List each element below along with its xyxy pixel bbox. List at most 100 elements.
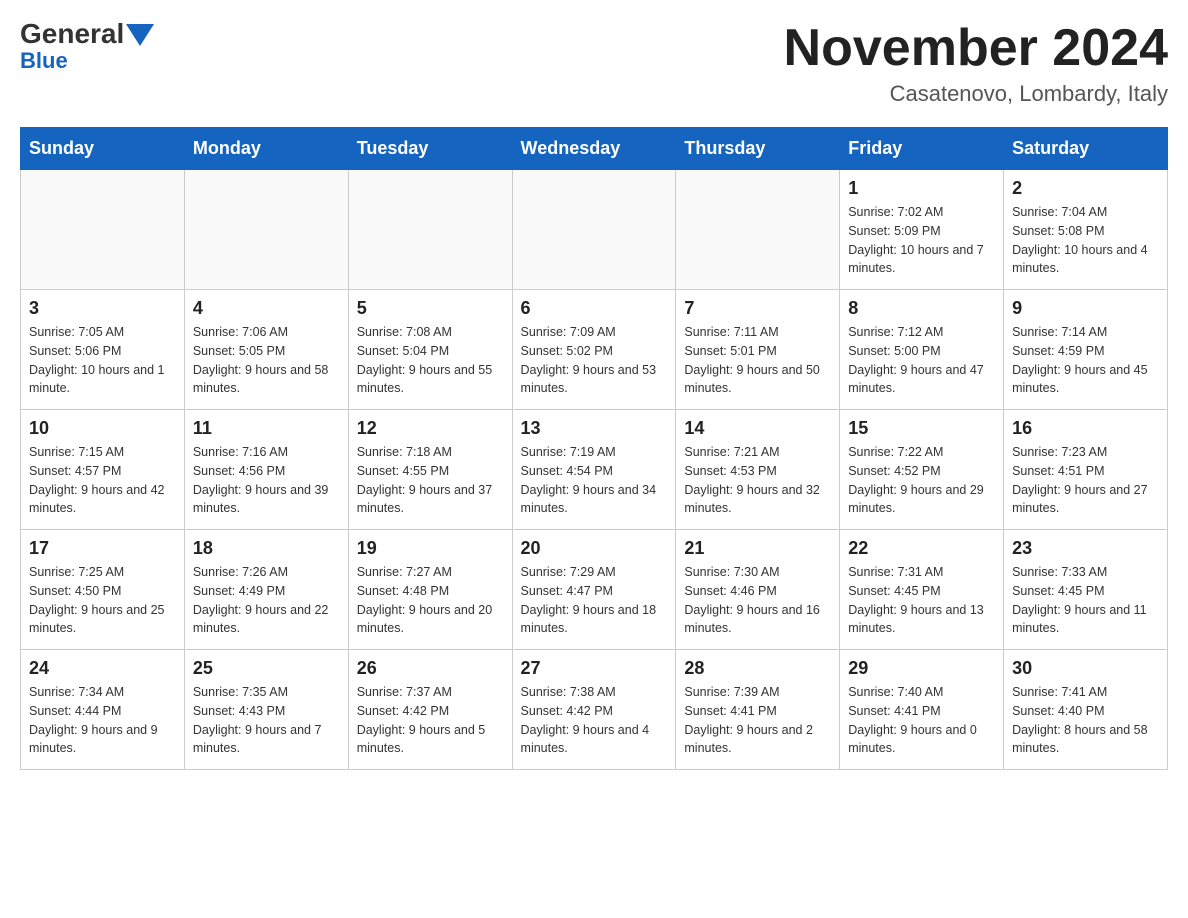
- day-number: 29: [848, 658, 995, 679]
- day-number: 8: [848, 298, 995, 319]
- logo-general-text: General: [20, 20, 124, 48]
- calendar-cell: 5 Sunrise: 7:08 AM Sunset: 5:04 PM Daylig…: [348, 290, 512, 410]
- calendar-week-1: 1 Sunrise: 7:02 AM Sunset: 5:09 PM Daylig…: [21, 170, 1168, 290]
- calendar-cell: 30Sunrise: 7:41 AM Sunset: 4:40 PM Dayli…: [1004, 650, 1168, 770]
- calendar-cell: 11 Sunrise: 7:16 AM Sunset: 4:56 PM Dayli…: [184, 410, 348, 530]
- day-number: 1: [848, 178, 995, 199]
- day-number: 17: [29, 538, 176, 559]
- calendar-cell: 17Sunrise: 7:25 AM Sunset: 4:50 PM Dayli…: [21, 530, 185, 650]
- day-info: Sunrise: 7:12 AM Sunset: 5:00 PM Dayligh…: [848, 323, 995, 398]
- calendar-cell: 22Sunrise: 7:31 AM Sunset: 4:45 PM Dayli…: [840, 530, 1004, 650]
- calendar-cell: [348, 170, 512, 290]
- header-row: SundayMondayTuesdayWednesdayThursdayFrid…: [21, 128, 1168, 170]
- day-number: 7: [684, 298, 831, 319]
- logo-triangle-icon: [126, 24, 154, 46]
- day-number: 25: [193, 658, 340, 679]
- day-info: Sunrise: 7:33 AM Sunset: 4:45 PM Dayligh…: [1012, 563, 1159, 638]
- calendar-cell: 23Sunrise: 7:33 AM Sunset: 4:45 PM Dayli…: [1004, 530, 1168, 650]
- calendar-cell: [676, 170, 840, 290]
- header-day-wednesday: Wednesday: [512, 128, 676, 170]
- page-header: General Blue November 2024 Casatenovo, L…: [20, 20, 1168, 107]
- day-info: Sunrise: 7:09 AM Sunset: 5:02 PM Dayligh…: [521, 323, 668, 398]
- day-info: Sunrise: 7:37 AM Sunset: 4:42 PM Dayligh…: [357, 683, 504, 758]
- day-info: Sunrise: 7:19 AM Sunset: 4:54 PM Dayligh…: [521, 443, 668, 518]
- calendar-cell: 6 Sunrise: 7:09 AM Sunset: 5:02 PM Daylig…: [512, 290, 676, 410]
- month-title: November 2024: [784, 20, 1168, 77]
- calendar-cell: 7 Sunrise: 7:11 AM Sunset: 5:01 PM Daylig…: [676, 290, 840, 410]
- day-info: Sunrise: 7:30 AM Sunset: 4:46 PM Dayligh…: [684, 563, 831, 638]
- day-info: Sunrise: 7:11 AM Sunset: 5:01 PM Dayligh…: [684, 323, 831, 398]
- day-number: 19: [357, 538, 504, 559]
- title-block: November 2024 Casatenovo, Lombardy, Ital…: [784, 20, 1168, 107]
- day-number: 4: [193, 298, 340, 319]
- day-number: 11: [193, 418, 340, 439]
- day-number: 13: [521, 418, 668, 439]
- day-number: 10: [29, 418, 176, 439]
- day-info: Sunrise: 7:40 AM Sunset: 4:41 PM Dayligh…: [848, 683, 995, 758]
- day-info: Sunrise: 7:08 AM Sunset: 5:04 PM Dayligh…: [357, 323, 504, 398]
- calendar-cell: 26 Sunrise: 7:37 AM Sunset: 4:42 PM Dayli…: [348, 650, 512, 770]
- day-info: Sunrise: 7:18 AM Sunset: 4:55 PM Dayligh…: [357, 443, 504, 518]
- day-info: Sunrise: 7:22 AM Sunset: 4:52 PM Dayligh…: [848, 443, 995, 518]
- day-info: Sunrise: 7:14 AM Sunset: 4:59 PM Dayligh…: [1012, 323, 1159, 398]
- day-info: Sunrise: 7:21 AM Sunset: 4:53 PM Dayligh…: [684, 443, 831, 518]
- day-number: 26: [357, 658, 504, 679]
- calendar-cell: 18 Sunrise: 7:26 AM Sunset: 4:49 PM Dayli…: [184, 530, 348, 650]
- day-info: Sunrise: 7:38 AM Sunset: 4:42 PM Dayligh…: [521, 683, 668, 758]
- calendar-cell: 8 Sunrise: 7:12 AM Sunset: 5:00 PM Daylig…: [840, 290, 1004, 410]
- location: Casatenovo, Lombardy, Italy: [784, 81, 1168, 107]
- calendar-cell: 29 Sunrise: 7:40 AM Sunset: 4:41 PM Dayli…: [840, 650, 1004, 770]
- day-info: Sunrise: 7:02 AM Sunset: 5:09 PM Dayligh…: [848, 203, 995, 278]
- day-number: 16: [1012, 418, 1159, 439]
- day-number: 27: [521, 658, 668, 679]
- header-day-monday: Monday: [184, 128, 348, 170]
- day-info: Sunrise: 7:39 AM Sunset: 4:41 PM Dayligh…: [684, 683, 831, 758]
- calendar-cell: 3 Sunrise: 7:05 AM Sunset: 5:06 PM Daylig…: [21, 290, 185, 410]
- day-number: 2: [1012, 178, 1159, 199]
- calendar-body: 1 Sunrise: 7:02 AM Sunset: 5:09 PM Daylig…: [21, 170, 1168, 770]
- calendar-cell: 9 Sunrise: 7:14 AM Sunset: 4:59 PM Daylig…: [1004, 290, 1168, 410]
- calendar-cell: 1 Sunrise: 7:02 AM Sunset: 5:09 PM Daylig…: [840, 170, 1004, 290]
- day-number: 20: [521, 538, 668, 559]
- calendar-cell: 24 Sunrise: 7:34 AM Sunset: 4:44 PM Dayli…: [21, 650, 185, 770]
- day-number: 12: [357, 418, 504, 439]
- day-number: 24: [29, 658, 176, 679]
- calendar-cell: [512, 170, 676, 290]
- calendar-cell: [21, 170, 185, 290]
- calendar-header: SundayMondayTuesdayWednesdayThursdayFrid…: [21, 128, 1168, 170]
- calendar-cell: 10Sunrise: 7:15 AM Sunset: 4:57 PM Dayli…: [21, 410, 185, 530]
- day-number: 28: [684, 658, 831, 679]
- calendar-week-2: 3 Sunrise: 7:05 AM Sunset: 5:06 PM Daylig…: [21, 290, 1168, 410]
- day-info: Sunrise: 7:05 AM Sunset: 5:06 PM Dayligh…: [29, 323, 176, 398]
- day-number: 9: [1012, 298, 1159, 319]
- calendar-week-3: 10Sunrise: 7:15 AM Sunset: 4:57 PM Dayli…: [21, 410, 1168, 530]
- calendar-cell: [184, 170, 348, 290]
- day-number: 6: [521, 298, 668, 319]
- day-info: Sunrise: 7:06 AM Sunset: 5:05 PM Dayligh…: [193, 323, 340, 398]
- calendar-cell: 4 Sunrise: 7:06 AM Sunset: 5:05 PM Daylig…: [184, 290, 348, 410]
- day-info: Sunrise: 7:26 AM Sunset: 4:49 PM Dayligh…: [193, 563, 340, 638]
- calendar-cell: 13 Sunrise: 7:19 AM Sunset: 4:54 PM Dayli…: [512, 410, 676, 530]
- calendar-cell: 14 Sunrise: 7:21 AM Sunset: 4:53 PM Dayli…: [676, 410, 840, 530]
- day-info: Sunrise: 7:34 AM Sunset: 4:44 PM Dayligh…: [29, 683, 176, 758]
- day-info: Sunrise: 7:23 AM Sunset: 4:51 PM Dayligh…: [1012, 443, 1159, 518]
- header-day-thursday: Thursday: [676, 128, 840, 170]
- calendar-cell: 20Sunrise: 7:29 AM Sunset: 4:47 PM Dayli…: [512, 530, 676, 650]
- day-info: Sunrise: 7:27 AM Sunset: 4:48 PM Dayligh…: [357, 563, 504, 638]
- calendar-cell: 12 Sunrise: 7:18 AM Sunset: 4:55 PM Dayli…: [348, 410, 512, 530]
- day-number: 18: [193, 538, 340, 559]
- day-number: 30: [1012, 658, 1159, 679]
- calendar-cell: 28 Sunrise: 7:39 AM Sunset: 4:41 PM Dayli…: [676, 650, 840, 770]
- day-number: 5: [357, 298, 504, 319]
- header-day-tuesday: Tuesday: [348, 128, 512, 170]
- calendar-cell: 15Sunrise: 7:22 AM Sunset: 4:52 PM Dayli…: [840, 410, 1004, 530]
- logo: General Blue: [20, 20, 154, 74]
- day-number: 21: [684, 538, 831, 559]
- calendar-cell: 16 Sunrise: 7:23 AM Sunset: 4:51 PM Dayli…: [1004, 410, 1168, 530]
- day-number: 3: [29, 298, 176, 319]
- calendar-week-5: 24 Sunrise: 7:34 AM Sunset: 4:44 PM Dayli…: [21, 650, 1168, 770]
- day-number: 14: [684, 418, 831, 439]
- header-day-saturday: Saturday: [1004, 128, 1168, 170]
- day-info: Sunrise: 7:16 AM Sunset: 4:56 PM Dayligh…: [193, 443, 340, 518]
- calendar-table: SundayMondayTuesdayWednesdayThursdayFrid…: [20, 127, 1168, 770]
